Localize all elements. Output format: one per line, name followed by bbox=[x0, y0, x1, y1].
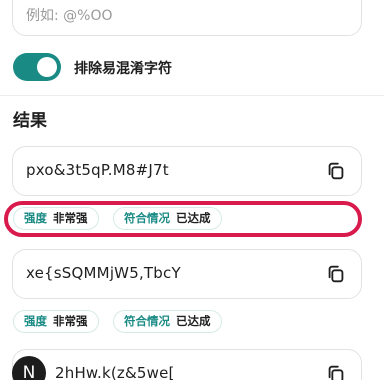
strength-badge: 强度 非常强 bbox=[13, 207, 99, 230]
strength-label: 强度 bbox=[24, 314, 47, 328]
strength-value: 非常强 bbox=[53, 211, 88, 225]
compliance-badge: 符合情况 已达成 bbox=[113, 207, 222, 230]
strength-badge: 强度 非常强 bbox=[13, 310, 99, 333]
password-text: xe{sSQMMjW5,TbcY bbox=[26, 264, 181, 282]
compliance-value: 已达成 bbox=[176, 211, 211, 225]
divider bbox=[0, 95, 384, 96]
copy-icon[interactable] bbox=[325, 363, 347, 380]
compliance-label: 符合情况 bbox=[124, 211, 170, 225]
compliance-badge: 符合情况 已达成 bbox=[113, 310, 222, 333]
password-card: pxo&3t5qP.M8#J7t bbox=[12, 146, 362, 196]
page: 排除易混淆字符 结果 pxo&3t5qP.M8#J7t 强度非常强 符合情况已达… bbox=[0, 0, 384, 380]
password-card: xe{sSQMMjW5,TbcY bbox=[12, 249, 362, 299]
exclude-characters-input[interactable] bbox=[26, 1, 326, 31]
results-title: 结果 bbox=[13, 111, 47, 131]
exclude-characters-field[interactable] bbox=[12, 0, 362, 36]
password-card: 2hHw.k(z&5we[ bbox=[12, 349, 362, 380]
exclude-ambiguous-label: 排除易混淆字符 bbox=[74, 61, 172, 77]
exclude-ambiguous-toggle[interactable] bbox=[13, 53, 61, 81]
strength-value: 非常强 bbox=[53, 314, 88, 328]
strength-label: 强度 bbox=[24, 211, 47, 225]
compliance-value: 已达成 bbox=[176, 314, 211, 328]
copy-icon[interactable] bbox=[325, 160, 347, 182]
password-text: pxo&3t5qP.M8#J7t bbox=[26, 161, 169, 179]
compliance-label: 符合情况 bbox=[124, 314, 170, 328]
toggle-knob bbox=[37, 57, 57, 77]
copy-icon[interactable] bbox=[325, 263, 347, 285]
password-text: 2hHw.k(z&5we[ bbox=[55, 364, 175, 380]
